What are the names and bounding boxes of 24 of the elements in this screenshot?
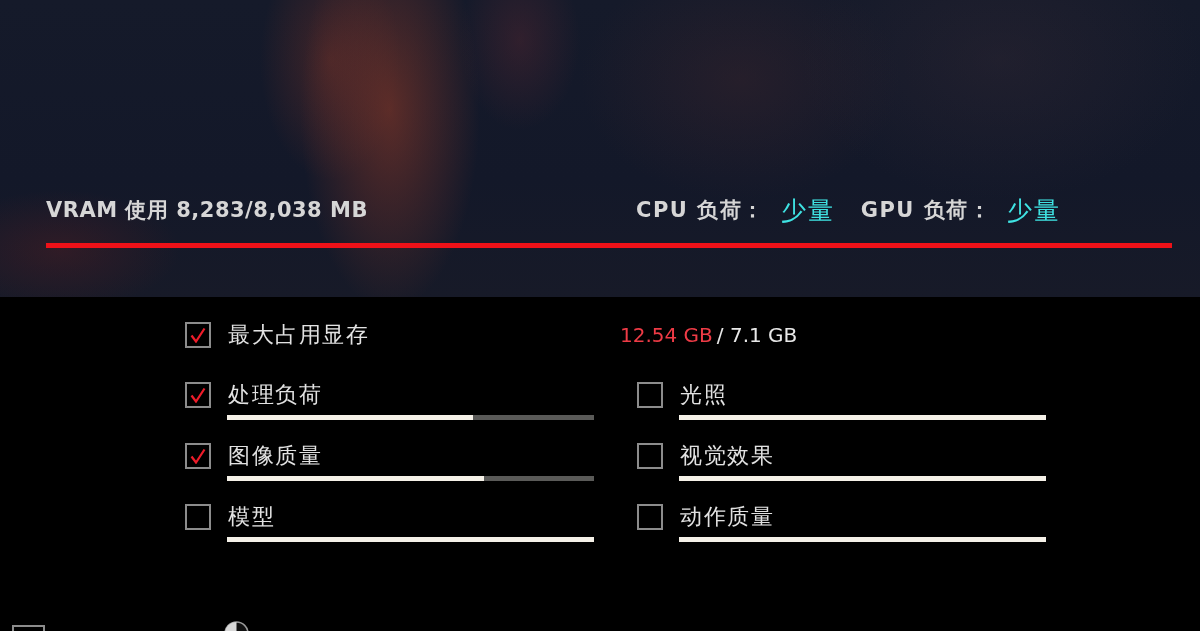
cpu-load-value: 少量 [780, 194, 835, 227]
option-label: 动作质量 [680, 504, 774, 530]
check-icon [190, 448, 206, 464]
gpu-load-value: 少量 [1007, 194, 1062, 227]
checkbox[interactable] [637, 443, 663, 469]
option-label: 光照 [680, 382, 727, 408]
option-label: 最大占用显存 [228, 322, 369, 348]
option-label: 视觉效果 [680, 443, 774, 469]
checkbox[interactable] [185, 443, 211, 469]
check-icon [190, 387, 206, 403]
checkbox[interactable] [185, 504, 211, 530]
gpu-load-label: GPU 负荷： [860, 197, 992, 224]
checkbox[interactable] [637, 382, 663, 408]
checkbox[interactable] [185, 382, 211, 408]
checkbox[interactable] [637, 504, 663, 530]
option-label: 模型 [228, 504, 275, 530]
vram-usage-text: VRAM 使用 8,283/8,038 MB [46, 197, 369, 224]
option-label: 处理负荷 [228, 382, 322, 408]
option-label: 图像质量 [228, 443, 322, 469]
vram-estimate-text: 12.54 GB [620, 323, 713, 347]
checkbox[interactable] [185, 322, 211, 348]
vram-capacity-text: / 7.1 GB [716, 323, 798, 347]
cpu-load-label: CPU 负荷： [636, 197, 765, 224]
check-icon [190, 327, 206, 343]
